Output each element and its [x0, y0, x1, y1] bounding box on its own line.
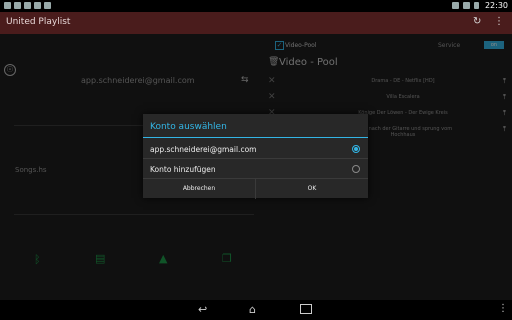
- ok-button[interactable]: OK: [256, 178, 368, 199]
- wifi-icon: [463, 2, 470, 9]
- recents-icon[interactable]: [300, 304, 312, 314]
- cancel-button[interactable]: Abbrechen: [143, 178, 256, 199]
- notification-icon: [4, 2, 11, 9]
- radio-unselected[interactable]: [352, 165, 360, 173]
- overflow-menu-icon[interactable]: ⋮: [494, 17, 504, 27]
- account-option-label: app.schneiderei@gmail.com: [150, 145, 257, 154]
- refresh-icon[interactable]: ↻: [473, 17, 481, 27]
- navigation-bar: ↩ ⌂ ⋮: [0, 300, 512, 320]
- warning-icon: [34, 2, 41, 9]
- download-icon: [14, 2, 21, 9]
- account-option[interactable]: app.schneiderei@gmail.com: [143, 139, 368, 158]
- app-title: United Playlist: [6, 17, 71, 27]
- dialog-title-divider: [143, 137, 368, 138]
- status-bar: 22:30: [0, 0, 512, 12]
- add-account-option[interactable]: Konto hinzufügen: [143, 159, 368, 178]
- dialog-title: Konto auswählen: [150, 122, 227, 132]
- app-icon: [44, 2, 51, 9]
- account-picker-dialog: Konto auswählen app.schneiderei@gmail.co…: [143, 114, 368, 199]
- menu-icon[interactable]: ⋮: [498, 303, 508, 314]
- clock: 22:30: [484, 1, 508, 10]
- home-icon[interactable]: ⌂: [249, 303, 256, 316]
- battery-icon: [474, 2, 479, 9]
- radio-selected[interactable]: [352, 145, 360, 153]
- action-bar: United Playlist ↻ ⋮: [0, 12, 512, 34]
- sync-icon: [24, 2, 31, 9]
- add-account-label: Konto hinzufügen: [150, 165, 216, 174]
- bluetooth-status-icon: [452, 2, 459, 9]
- back-icon[interactable]: ↩: [198, 303, 207, 316]
